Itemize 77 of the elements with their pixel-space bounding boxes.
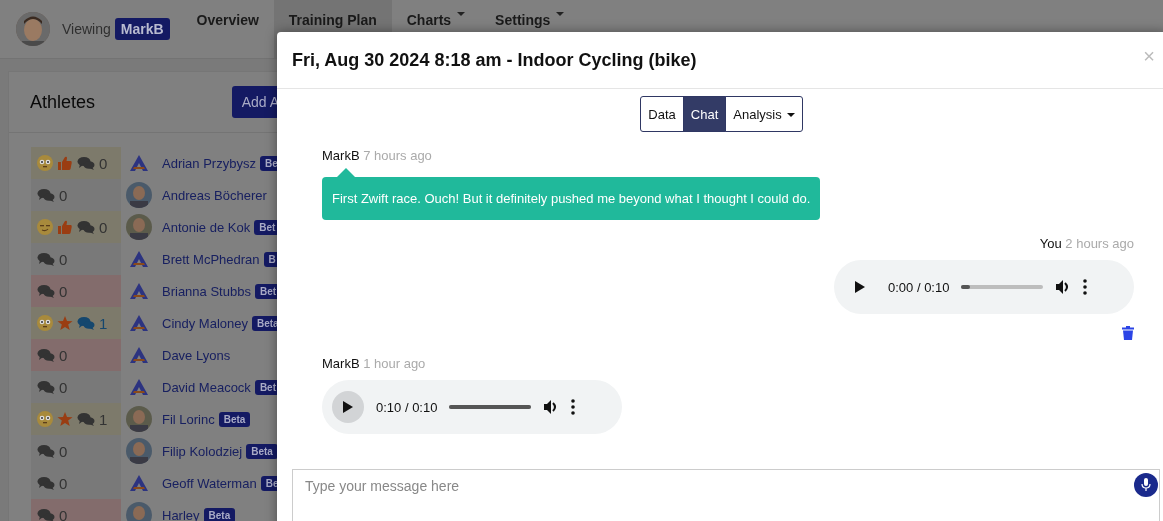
comments-icon — [37, 284, 55, 298]
comment-count: 0 — [59, 346, 68, 364]
comment-count: 0 — [99, 154, 108, 172]
comment-count: 0 — [59, 378, 68, 396]
athlete-name-link[interactable]: Brett McPhedran — [162, 251, 260, 267]
audio-time: 0:10 / 0:10 — [376, 399, 438, 415]
viewing-label: Viewing — [62, 21, 111, 37]
a-logo-icon — [130, 379, 148, 395]
flushed-face-icon — [37, 315, 53, 331]
comments-icon — [37, 348, 55, 362]
comment-count: 1 — [99, 410, 108, 428]
more-options-icon[interactable] — [571, 399, 576, 415]
close-button[interactable]: × — [1143, 44, 1155, 76]
message-meta: MarkB 1 hour ago — [322, 356, 426, 371]
athlete-name-link[interactable]: David Meacock — [162, 379, 251, 395]
comments-icon — [77, 156, 95, 170]
athlete-name-link[interactable]: Fil Lorinc — [162, 411, 215, 427]
athlete-name-link[interactable]: Brianna Stubbs — [162, 283, 251, 299]
message-meta: MarkB 7 hours ago — [322, 148, 432, 163]
comment-count: 0 — [59, 506, 68, 521]
bubble-pointer — [337, 168, 355, 177]
delete-icon[interactable] — [1122, 326, 1134, 340]
athlete-name-link[interactable]: Cindy Maloney — [162, 315, 248, 331]
comments-icon — [77, 412, 95, 426]
play-icon — [343, 401, 353, 413]
thumbs-up-icon — [57, 219, 73, 235]
comment-count: 0 — [59, 474, 68, 492]
a-logo-icon — [130, 475, 148, 491]
athlete-name-link[interactable]: Adrian Przybysz — [162, 155, 256, 171]
star-icon — [57, 315, 73, 331]
beta-badge: Beta — [203, 507, 236, 521]
a-logo-icon — [130, 155, 148, 171]
comment-count: 1 — [99, 314, 108, 332]
a-logo-icon — [130, 347, 148, 363]
view-tab[interactable]: Chat — [682, 96, 727, 132]
athlete-name-link[interactable]: Andreas Böcherer — [162, 187, 267, 203]
comment-count: 0 — [59, 250, 68, 268]
star-icon — [57, 411, 73, 427]
audio-progress-bar[interactable] — [449, 405, 532, 409]
view-tab[interactable]: Data — [640, 96, 684, 132]
athlete-name-link[interactable]: Filip Kolodziej — [162, 443, 243, 459]
comment-count: 0 — [59, 186, 68, 204]
comments-icon — [37, 252, 55, 266]
microphone-icon — [1141, 478, 1151, 492]
audio-time: 0:00 / 0:10 — [888, 279, 950, 295]
athlete-name-link[interactable]: Geoff Waterman — [162, 475, 257, 491]
a-logo-icon — [130, 315, 148, 331]
flushed-face-icon — [37, 411, 53, 427]
comments-icon — [77, 220, 95, 234]
comments-icon — [37, 476, 55, 490]
view-tab[interactable]: Analysis — [725, 96, 803, 132]
audio-progress-bar[interactable] — [961, 285, 1044, 289]
play-icon — [855, 281, 865, 293]
athletes-title: Athletes — [30, 91, 96, 113]
nav-link[interactable]: Overview — [181, 0, 274, 58]
comments-icon — [37, 508, 55, 521]
a-logo-icon — [130, 251, 148, 267]
message-meta: You 2 hours ago — [1039, 236, 1134, 251]
comment-count: 0 — [59, 282, 68, 300]
athlete-name-link[interactable]: Antonie de Kok — [162, 219, 251, 235]
message-input-field[interactable]: Type your message here — [292, 469, 1160, 521]
comments-icon — [37, 188, 55, 202]
smirking-face-icon — [37, 219, 53, 235]
comments-icon — [77, 316, 95, 330]
comments-icon — [37, 444, 55, 458]
viewing-user-badge: MarkB — [114, 18, 170, 40]
athlete-name-link[interactable]: Dave Lyons — [162, 347, 231, 363]
play-button[interactable] — [332, 391, 364, 423]
comment-count: 0 — [99, 218, 108, 236]
flushed-face-icon — [37, 155, 53, 171]
a-logo-icon — [130, 283, 148, 299]
beta-badge: Beta — [218, 411, 251, 427]
more-options-icon[interactable] — [1083, 279, 1088, 295]
beta-badge: Beta — [246, 443, 278, 459]
thumbs-up-icon — [57, 155, 73, 171]
comment-count: 0 — [59, 442, 68, 460]
comments-icon — [37, 380, 55, 394]
